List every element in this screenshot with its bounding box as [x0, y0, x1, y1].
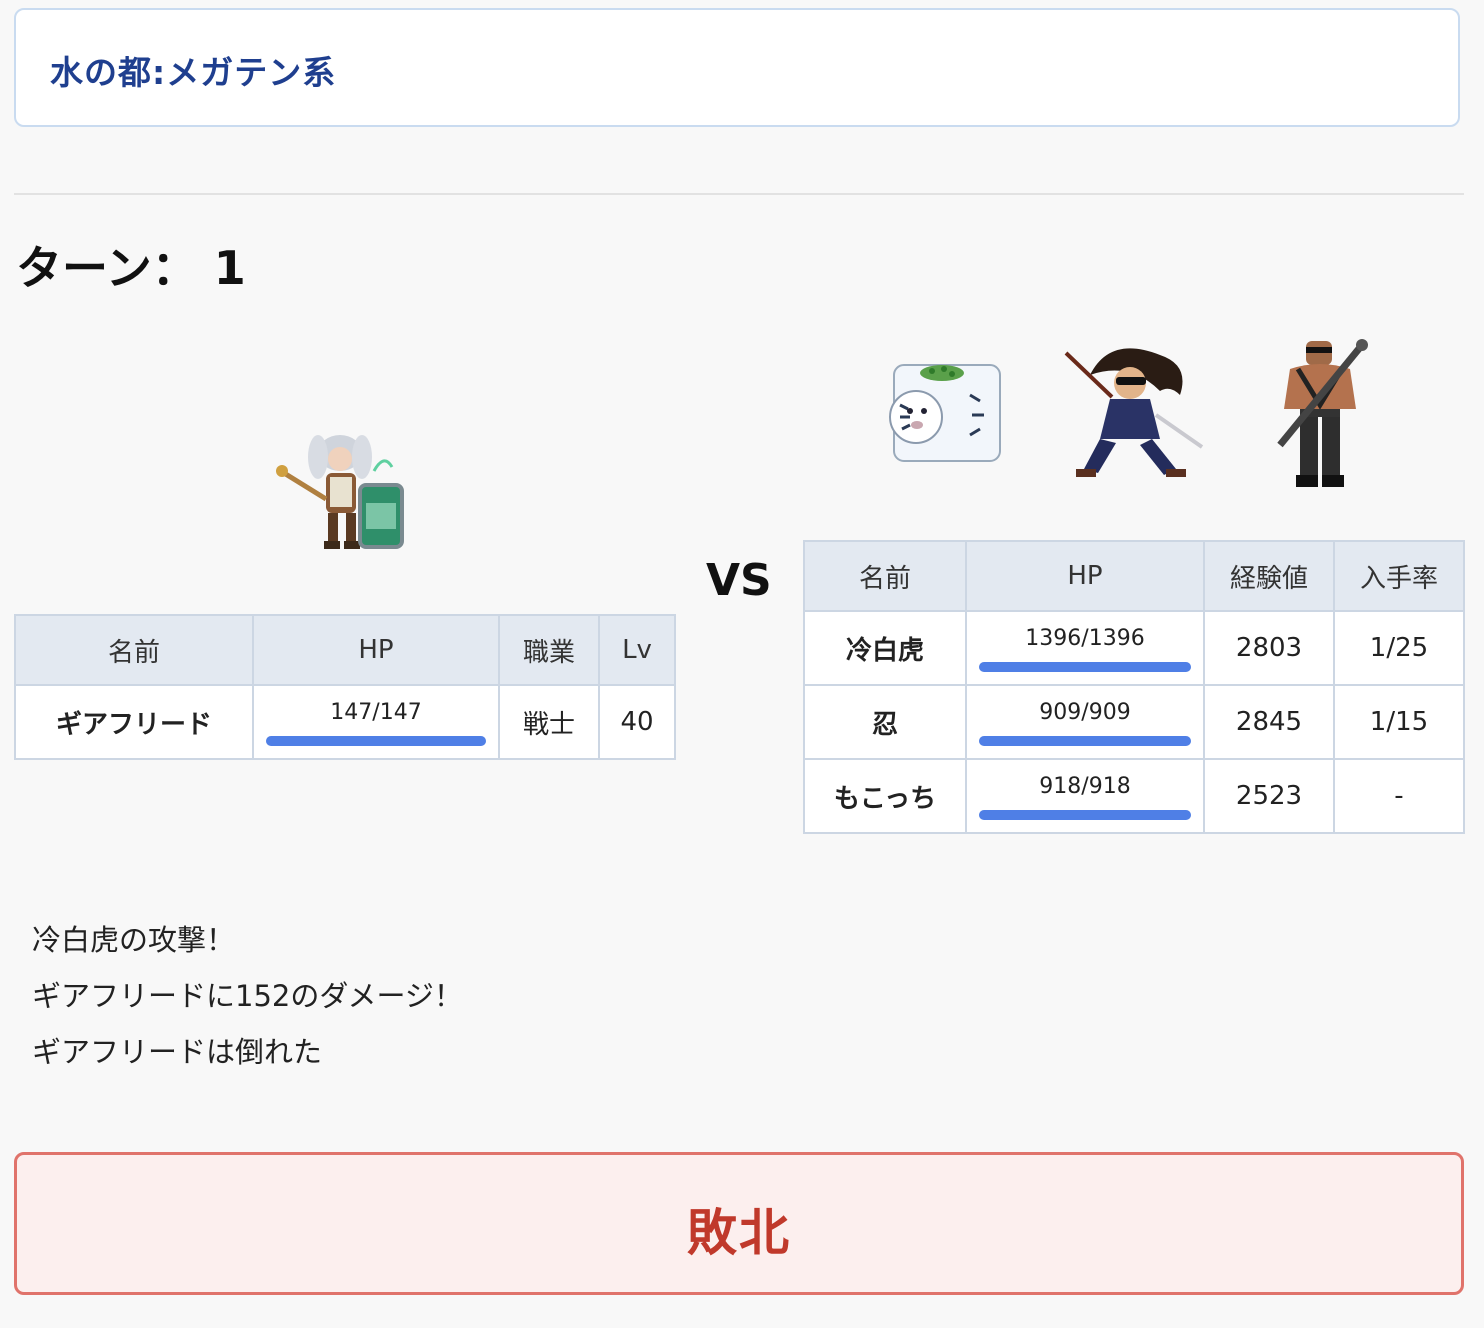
enemy-hp-cell: 918/918: [965, 758, 1205, 834]
enemy-hp-bar: [979, 736, 1191, 746]
enemy-hp-text: 909/909: [1039, 700, 1131, 725]
player-row: ギアフリード 147/147 戦士 40: [14, 684, 676, 760]
enemy-header-name: 名前: [803, 540, 967, 612]
enemy-header-rate: 入手率: [1333, 540, 1465, 612]
enemy-name: 冷白虎: [803, 610, 967, 686]
player-header-lv: Lv: [598, 614, 676, 686]
versus-label: VS: [706, 555, 772, 606]
enemy-sprite-ninja: [1064, 348, 1204, 477]
player-hp-bar: [266, 736, 486, 746]
battle-log-line: ギアフリードは倒れた: [32, 1035, 323, 1069]
player-hp-text: 147/147: [330, 700, 422, 725]
battle-result-banner: 敗北: [14, 1152, 1464, 1295]
enemy-exp: 2845: [1203, 684, 1335, 760]
enemy-row: もこっち 918/918 2523 -: [803, 758, 1465, 834]
enemy-sprite-white-tiger: [889, 364, 1001, 462]
battle-result-label: 敗北: [687, 1204, 791, 1262]
enemy-name: もこっち: [803, 758, 967, 834]
battle-log-line: 冷白虎の攻撃！: [32, 923, 236, 957]
enemy-row: 冷白虎 1396/1396 2803 1/25: [803, 610, 1465, 686]
enemy-hp-bar: [979, 662, 1191, 672]
player-job: 戦士: [498, 684, 600, 760]
player-header-job: 職業: [498, 614, 600, 686]
area-header-card: 水の都:メガテン系: [14, 8, 1460, 127]
enemy-header-hp: HP: [965, 540, 1205, 612]
divider: [14, 193, 1464, 195]
enemy-exp: 2523: [1203, 758, 1335, 834]
enemy-hp-cell: 1396/1396: [965, 610, 1205, 686]
enemy-hp-bar-fill: [979, 662, 1191, 672]
enemy-sprite-soldier: [1277, 339, 1368, 487]
player-sprite-warrior-girl: [276, 435, 404, 549]
enemy-rate: 1/15: [1333, 684, 1465, 760]
enemy-hp-bar: [979, 810, 1191, 820]
player-status-table: 名前 HP 職業 Lv ギアフリード 147/147 戦士 40: [14, 614, 676, 760]
player-lv: 40: [598, 684, 676, 760]
enemy-hp-cell: 909/909: [965, 684, 1205, 760]
enemy-rate: 1/25: [1333, 610, 1465, 686]
player-header-hp: HP: [252, 614, 500, 686]
enemy-hp-text: 1396/1396: [1025, 626, 1145, 651]
enemy-rate: -: [1333, 758, 1465, 834]
area-title: 水の都:メガテン系: [50, 53, 337, 92]
battle-log-line: ギアフリードに152のダメージ！: [32, 979, 463, 1013]
player-header-name: 名前: [14, 614, 254, 686]
enemy-header-exp: 経験値: [1203, 540, 1335, 612]
enemy-hp-bar-fill: [979, 810, 1191, 820]
enemy-name: 忍: [803, 684, 967, 760]
player-name: ギアフリード: [14, 684, 254, 760]
enemy-hp-bar-fill: [979, 736, 1191, 746]
enemy-row: 忍 909/909 2845 1/15: [803, 684, 1465, 760]
enemy-hp-text: 918/918: [1039, 774, 1131, 799]
turn-counter: ターン： 1: [16, 241, 246, 295]
player-hp-bar-fill: [266, 736, 486, 746]
battle-log: 冷白虎の攻撃！ ギアフリードに152のダメージ！ ギアフリードは倒れた: [32, 912, 463, 1080]
enemy-status-table: 名前 HP 経験値 入手率 冷白虎 1396/1396 2803 1/25 忍 …: [803, 540, 1465, 834]
player-hp-cell: 147/147: [252, 684, 500, 760]
enemy-exp: 2803: [1203, 610, 1335, 686]
